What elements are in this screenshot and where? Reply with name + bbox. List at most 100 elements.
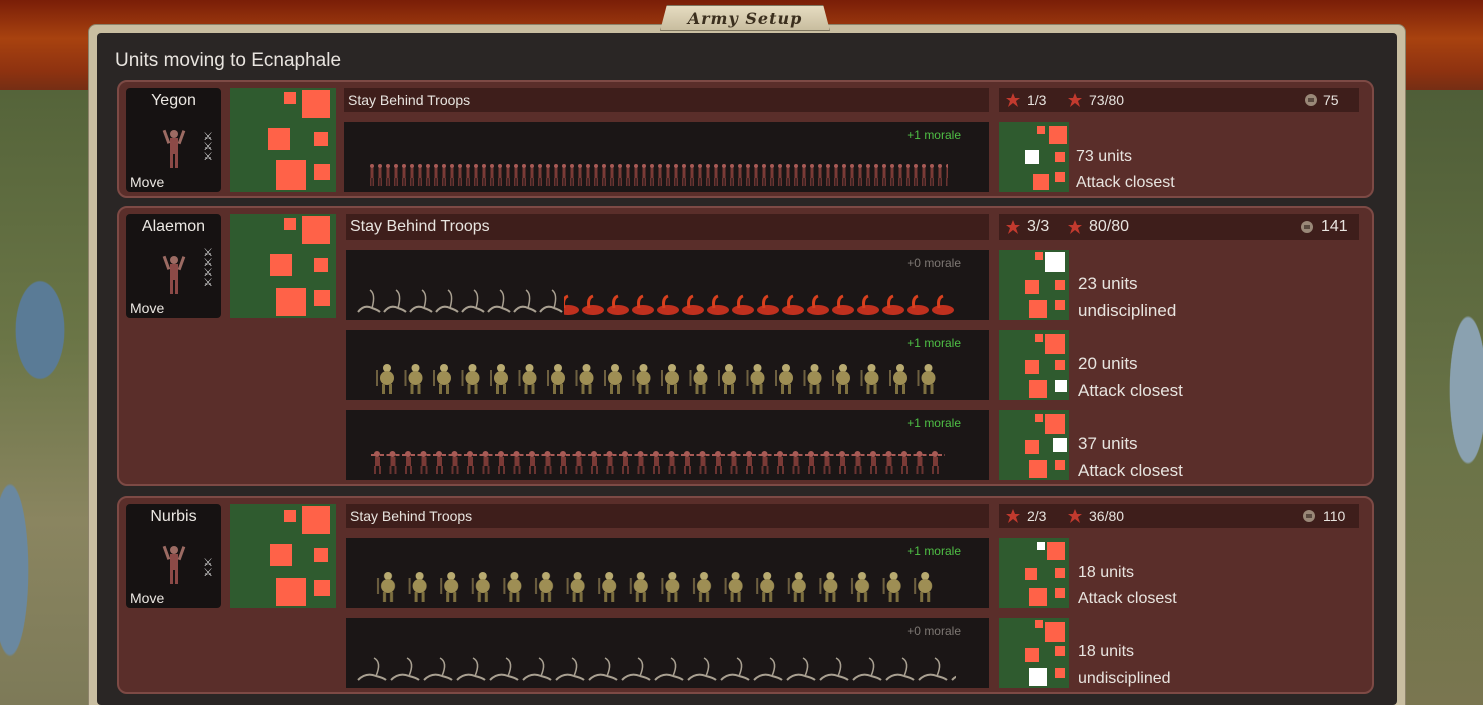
squad-marker[interactable] xyxy=(1055,668,1065,678)
selected-squad-marker[interactable] xyxy=(1029,668,1047,686)
scorpion-sprites xyxy=(356,654,956,684)
commander-formation-grid[interactable] xyxy=(230,214,336,318)
selected-squad-marker[interactable] xyxy=(1053,438,1067,452)
troop-row[interactable]: +1 morale xyxy=(346,538,989,608)
attack-order[interactable]: Attack closest xyxy=(1078,381,1183,401)
attack-order[interactable]: Attack closest xyxy=(1078,590,1177,608)
unit-count: 20 units xyxy=(1078,354,1138,373)
commander-name: Yegon xyxy=(151,92,196,109)
squad-marker[interactable] xyxy=(270,254,292,276)
squad-marker[interactable] xyxy=(1055,460,1065,470)
squad-marker[interactable] xyxy=(1035,620,1043,628)
commander-portrait[interactable]: Yegon ⚔ ⚔ ⚔ Move xyxy=(126,88,221,192)
squad-marker[interactable] xyxy=(1035,252,1043,260)
squad-marker[interactable] xyxy=(1035,414,1043,422)
squad-formation-grid[interactable] xyxy=(999,250,1069,320)
squad-marker[interactable] xyxy=(314,258,328,272)
squad-icon xyxy=(1006,509,1020,523)
strength-value: 110 xyxy=(1323,508,1346,524)
demon-commander-icon xyxy=(162,255,186,294)
attack-order[interactable]: Attack closest xyxy=(1078,461,1183,481)
move-label: Move xyxy=(130,300,165,316)
squad-marker[interactable] xyxy=(1045,414,1065,434)
troop-row[interactable]: +1 morale xyxy=(346,330,989,400)
squad-marker[interactable] xyxy=(1055,646,1065,656)
squad-marker[interactable] xyxy=(1045,334,1065,354)
squad-marker[interactable] xyxy=(314,580,330,596)
squad-formation-grid[interactable] xyxy=(999,122,1069,192)
squad-marker[interactable] xyxy=(314,290,330,306)
commander-portrait[interactable]: Alaemon ⚔ ⚔ ⚔ ⚔ Move xyxy=(126,214,221,318)
squad-marker[interactable] xyxy=(1055,152,1065,162)
squad-marker[interactable] xyxy=(1055,172,1065,182)
squad-marker[interactable] xyxy=(276,578,306,606)
troop-row[interactable]: +1 morale xyxy=(346,410,989,480)
squad-marker[interactable] xyxy=(1055,360,1065,370)
scorpion-hellhound-sprites xyxy=(356,286,956,316)
stance-dropdown[interactable]: Stay Behind Troops xyxy=(346,214,989,240)
strength-icon xyxy=(1301,221,1313,233)
squad-marker[interactable] xyxy=(284,92,296,104)
squad-marker[interactable] xyxy=(268,128,290,150)
squad-marker[interactable] xyxy=(314,164,330,180)
troops-icon xyxy=(1068,220,1082,234)
squad-marker[interactable] xyxy=(284,218,296,230)
squad-formation-grid[interactable] xyxy=(999,410,1069,480)
squad-marker[interactable] xyxy=(1029,460,1047,478)
attack-order[interactable]: Attack closest xyxy=(1076,174,1175,192)
squad-marker[interactable] xyxy=(1045,622,1065,642)
squad-marker[interactable] xyxy=(1025,648,1039,662)
selected-squad-marker[interactable] xyxy=(1025,150,1039,164)
squad-marker[interactable] xyxy=(314,132,328,146)
squad-marker[interactable] xyxy=(1033,174,1049,190)
stance-dropdown[interactable]: Stay Behind Troops xyxy=(344,88,989,112)
squad-formation-grid[interactable] xyxy=(999,330,1069,400)
troop-row[interactable]: +1 morale xyxy=(344,122,989,192)
squad-marker[interactable] xyxy=(1029,300,1047,318)
squad-marker[interactable] xyxy=(1055,300,1065,310)
squad-marker[interactable] xyxy=(1025,568,1037,580)
squad-marker[interactable] xyxy=(314,548,328,562)
squad-marker[interactable] xyxy=(1029,380,1047,398)
squad-marker[interactable] xyxy=(1055,568,1065,578)
unit-count: 18 units xyxy=(1078,564,1135,581)
squad-marker[interactable] xyxy=(1047,542,1065,560)
sword-rank-icon: ⚔ ⚔ ⚔ xyxy=(203,130,213,163)
selected-squad-marker[interactable] xyxy=(1037,542,1045,550)
destination-heading: Units moving to Ecnaphale xyxy=(115,50,342,71)
squad-marker[interactable] xyxy=(270,544,292,566)
squad-marker[interactable] xyxy=(1055,588,1065,598)
squad-marker[interactable] xyxy=(302,216,330,244)
squad-marker[interactable] xyxy=(1055,280,1065,290)
commander-formation-grid[interactable] xyxy=(230,504,336,608)
squad-count: 2/3 xyxy=(1027,508,1047,524)
morale-label: +1 morale xyxy=(907,128,961,142)
squad-marker[interactable] xyxy=(302,506,330,534)
squad-marker[interactable] xyxy=(1037,126,1045,134)
squad-marker[interactable] xyxy=(302,90,330,118)
commander-portrait[interactable]: Nurbis ⚔ ⚔ Move xyxy=(126,504,221,608)
squad-marker[interactable] xyxy=(284,510,296,522)
stance-dropdown[interactable]: Stay Behind Troops xyxy=(346,504,989,528)
squad-marker[interactable] xyxy=(276,288,306,316)
squad-marker[interactable] xyxy=(276,160,306,190)
squad-marker[interactable] xyxy=(1025,440,1039,454)
troops-icon xyxy=(1068,93,1082,107)
squad-marker[interactable] xyxy=(1029,588,1047,606)
commander-formation-grid[interactable] xyxy=(230,88,336,192)
attack-order[interactable]: undisciplined xyxy=(1078,301,1176,321)
commander-panel-nurbis: Nurbis ⚔ ⚔ Move Stay Behind Troops 2/3 36… xyxy=(117,496,1374,694)
selected-squad-marker[interactable] xyxy=(1055,380,1067,392)
squad-icon xyxy=(1006,220,1020,234)
troop-row[interactable]: +0 morale xyxy=(346,250,989,320)
squad-marker[interactable] xyxy=(1049,126,1067,144)
attack-order[interactable]: undisciplined xyxy=(1078,670,1171,688)
selected-squad-marker[interactable] xyxy=(1045,252,1065,272)
squad-marker[interactable] xyxy=(1025,360,1039,374)
troop-row[interactable]: +0 morale xyxy=(346,618,989,688)
squad-marker[interactable] xyxy=(1035,334,1043,342)
squad-marker[interactable] xyxy=(1025,280,1039,294)
squad-formation-grid[interactable] xyxy=(999,538,1069,608)
unit-count: 37 units xyxy=(1078,434,1138,453)
squad-formation-grid[interactable] xyxy=(999,618,1069,688)
